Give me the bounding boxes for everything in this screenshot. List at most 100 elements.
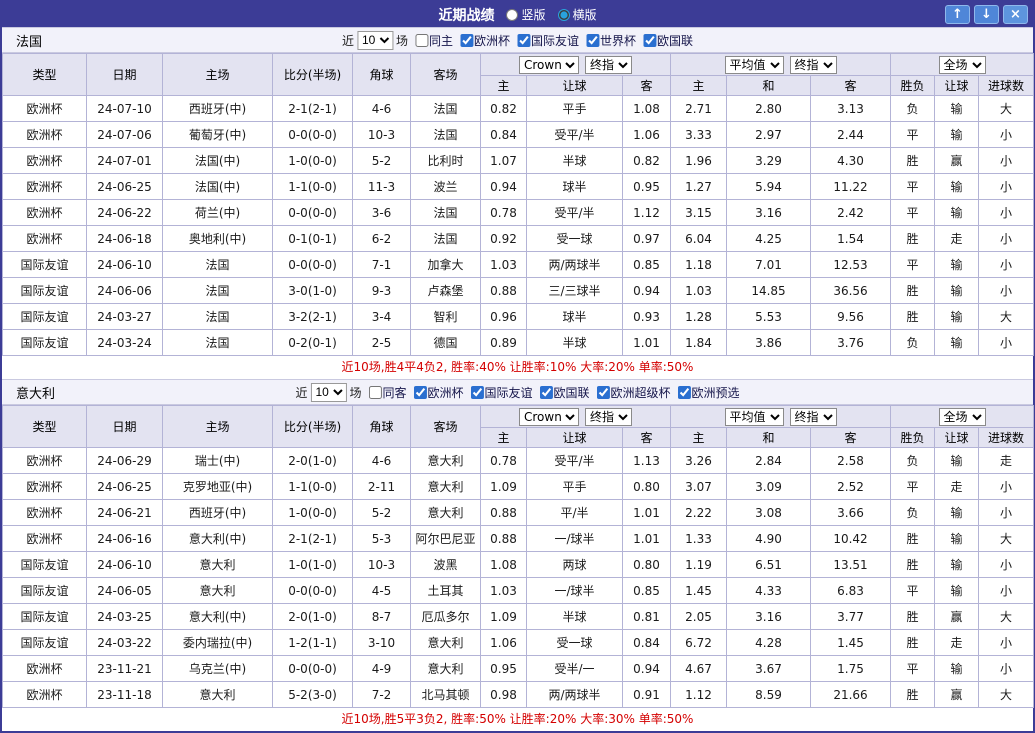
handicap-home-odds: 0.89 [481, 330, 527, 356]
avg-home-odds: 6.04 [671, 226, 727, 252]
filter-checkbox-input[interactable] [678, 386, 691, 399]
match-type-cell: 国际友谊 [3, 252, 87, 278]
handicap-line: 平手 [527, 96, 623, 122]
match-date: 24-06-25 [87, 474, 163, 500]
scroll-down-button[interactable]: ↓ [974, 5, 999, 24]
layout-radio-vertical[interactable]: 竖版 [506, 6, 545, 23]
team-section: 意大利近10场同客欧洲杯国际友谊欧国联欧洲超级杯欧洲预选类型日期主场比分(半场)… [2, 379, 1033, 731]
results-table: 类型日期主场比分(半场)角球客场Crown终指平均值终指全场主让球客主和客胜负让… [2, 53, 1034, 356]
result-handicap: 输 [935, 304, 979, 330]
result-handicap: 输 [935, 330, 979, 356]
handicap-line: 两球 [527, 552, 623, 578]
handicap-home-odds: 0.78 [481, 448, 527, 474]
avg-home-odds: 1.19 [671, 552, 727, 578]
result-goals: 小 [979, 500, 1034, 526]
filter-checkbox-input[interactable] [415, 34, 428, 47]
sections-container: 法国近10场同主欧洲杯国际友谊世界杯欧国联类型日期主场比分(半场)角球客场Cro… [2, 27, 1033, 731]
handicap-line: 一/球半 [527, 526, 623, 552]
match-count-select[interactable]: 10 [357, 31, 393, 50]
close-button[interactable]: × [1003, 5, 1028, 24]
filter-checkbox[interactable]: 欧洲杯 [460, 32, 510, 49]
match-type-cell: 欧洲杯 [3, 500, 87, 526]
close-icon: × [1010, 7, 1021, 22]
average-select[interactable]: 平均值 [725, 408, 784, 426]
corner-count: 10-3 [353, 552, 411, 578]
average-stage-select[interactable]: 终指 [790, 56, 837, 74]
match-row: 国际友谊24-03-24法国0-2(0-1)2-5德国0.89半球1.011.8… [3, 330, 1034, 356]
avg-draw-odds: 5.53 [727, 304, 811, 330]
filter-checkbox[interactable]: 欧洲超级杯 [597, 384, 671, 401]
filter-checkbox-label: 国际友谊 [531, 32, 579, 49]
filter-checkbox-input[interactable] [586, 34, 599, 47]
handicap-away-odds: 1.01 [623, 330, 671, 356]
score-halftime: 1-0(0-0) [273, 148, 353, 174]
layout-radio-vertical-input[interactable] [506, 9, 518, 21]
filter-checkbox[interactable]: 世界杯 [586, 32, 636, 49]
bookmaker-select[interactable]: Crown [519, 56, 579, 74]
match-row: 欧洲杯24-06-16意大利(中)2-1(2-1)5-3阿尔巴尼亚0.88一/球… [3, 526, 1034, 552]
handicap-line: 两/两球半 [527, 682, 623, 708]
avg-draw-odds: 3.16 [727, 200, 811, 226]
handicap-line: 受半/一 [527, 656, 623, 682]
filter-checkbox-input[interactable] [643, 34, 656, 47]
scope-select[interactable]: 全场 [939, 56, 986, 74]
filter-checkbox-input[interactable] [460, 34, 473, 47]
away-team: 波兰 [411, 174, 481, 200]
result-goals: 小 [979, 578, 1034, 604]
bookmaker-stage-select[interactable]: 终指 [585, 56, 632, 74]
sub-col-header: 和 [727, 428, 811, 448]
avg-draw-odds: 2.84 [727, 448, 811, 474]
avg-draw-odds: 5.94 [727, 174, 811, 200]
handicap-line: 两/两球半 [527, 252, 623, 278]
bookmaker-select[interactable]: Crown [519, 408, 579, 426]
layout-radio-horizontal[interactable]: 横版 [558, 6, 597, 23]
match-count-select[interactable]: 10 [310, 383, 346, 402]
filter-checkbox[interactable]: 欧洲杯 [413, 384, 463, 401]
filter-checkbox[interactable]: 同主 [415, 32, 453, 49]
score-halftime: 2-0(1-0) [273, 448, 353, 474]
corner-count: 9-3 [353, 278, 411, 304]
filter-checkbox[interactable]: 欧洲预选 [678, 384, 740, 401]
filter-checkbox-input[interactable] [517, 34, 530, 47]
filter-checkbox[interactable]: 同客 [368, 384, 406, 401]
away-team: 北马其顿 [411, 682, 481, 708]
filter-checkbox[interactable]: 欧国联 [540, 384, 590, 401]
bookmaker-stage-select[interactable]: 终指 [585, 408, 632, 426]
corner-count: 3-4 [353, 304, 411, 330]
scroll-up-button[interactable]: ↑ [945, 5, 970, 24]
score-halftime: 2-1(2-1) [273, 96, 353, 122]
filter-checkbox-input[interactable] [597, 386, 610, 399]
filter-checkbox[interactable]: 国际友谊 [517, 32, 579, 49]
avg-away-odds: 2.52 [811, 474, 891, 500]
away-team: 意大利 [411, 474, 481, 500]
result-handicap: 输 [935, 448, 979, 474]
filter-checkbox-input[interactable] [368, 386, 381, 399]
avg-away-odds: 6.83 [811, 578, 891, 604]
filter-checkbox-label: 欧洲杯 [474, 32, 510, 49]
filter-checkbox[interactable]: 国际友谊 [471, 384, 533, 401]
result-outcome: 平 [891, 200, 935, 226]
match-row: 欧洲杯24-06-25法国(中)1-1(0-0)11-3波兰0.94球半0.95… [3, 174, 1034, 200]
handicap-home-odds: 0.96 [481, 304, 527, 330]
filter-checkbox-input[interactable] [471, 386, 484, 399]
average-stage-select[interactable]: 终指 [790, 408, 837, 426]
avg-away-odds: 3.76 [811, 330, 891, 356]
handicap-home-odds: 0.88 [481, 526, 527, 552]
filter-checkbox-input[interactable] [540, 386, 553, 399]
results-table-header: 类型日期主场比分(半场)角球客场Crown终指平均值终指全场主让球客主和客胜负让… [3, 406, 1034, 448]
average-select[interactable]: 平均值 [725, 56, 784, 74]
match-type-cell: 国际友谊 [3, 552, 87, 578]
scope-select[interactable]: 全场 [939, 408, 986, 426]
match-date: 24-06-10 [87, 252, 163, 278]
handicap-home-odds: 1.03 [481, 578, 527, 604]
handicap-line: 平/半 [527, 500, 623, 526]
result-goals: 小 [979, 474, 1034, 500]
layout-radio-horizontal-input[interactable] [558, 9, 570, 21]
avg-home-odds: 2.05 [671, 604, 727, 630]
avg-away-odds: 4.30 [811, 148, 891, 174]
section-team-name: 法国 [16, 31, 42, 50]
filter-checkbox-input[interactable] [413, 386, 426, 399]
filter-checkbox[interactable]: 欧国联 [643, 32, 693, 49]
sub-col-header: 主 [481, 76, 527, 96]
home-team: 荷兰(中) [163, 200, 273, 226]
